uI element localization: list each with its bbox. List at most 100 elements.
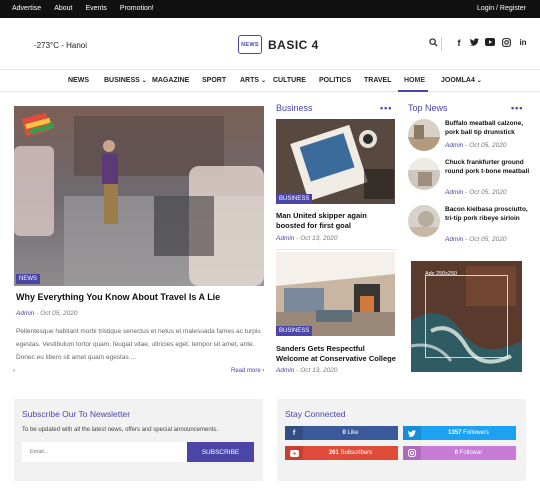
business-article-1-date: - Oct 13, 2020	[296, 235, 338, 242]
business-article-2-image[interactable]: BUSINESS	[276, 252, 395, 336]
search-icon[interactable]	[428, 38, 438, 48]
instagram-count-label: 0 Followar	[421, 450, 516, 456]
instagram-follow-button[interactable]: 0 Followar	[403, 446, 516, 460]
nav-item-arts[interactable]: ARTS ⌄	[240, 77, 266, 84]
top-link-about[interactable]: About	[54, 5, 72, 12]
subscribe-button[interactable]: SUBSCRIBE	[187, 442, 254, 462]
instagram-unit: Followar	[459, 450, 483, 456]
business-article-1-author[interactable]: Admin	[276, 235, 294, 242]
feature-meta: Admin - Oct 05, 2020	[16, 310, 77, 317]
linkedin-icon[interactable]: in	[518, 38, 528, 48]
login-register-link[interactable]: Login / Register	[477, 5, 526, 12]
business-article-1-title[interactable]: Man United skipper again boosted for fir…	[276, 211, 396, 231]
facebook-count-label: 0 Like	[303, 430, 398, 436]
chevron-down-icon: ⌄	[261, 78, 267, 84]
top-news-heading[interactable]: Top News	[408, 103, 448, 113]
top-links: Advertise About Events Promotion!	[12, 5, 154, 12]
youtube-count: 261	[328, 450, 339, 456]
top-news-2-author[interactable]: Admin	[445, 189, 463, 196]
twitter-icon[interactable]	[469, 38, 479, 48]
top-news-2-meta: Admin - Oct 05, 2020	[445, 189, 506, 196]
nav-item-home[interactable]: HOME	[404, 77, 425, 84]
twitter-count-label: 1357 Followers	[421, 430, 516, 436]
top-link-promotion[interactable]: Promotion!	[120, 5, 154, 12]
nav-item-magazine[interactable]: MAGAZINE	[152, 77, 189, 84]
top-bar: Advertise About Events Promotion! Login …	[0, 0, 540, 18]
ad-label: Ads 250x250	[425, 271, 458, 277]
top-news-3-title[interactable]: Bacon kielbasa prosciutto, tri-tip pork …	[445, 205, 530, 223]
top-news-1-thumbnail[interactable]	[408, 119, 440, 151]
twitter-count: 1357	[448, 430, 462, 436]
business-article-1-tag[interactable]: BUSINESS	[276, 194, 313, 204]
feature-title[interactable]: Why Everything You Know About Travel Is …	[16, 292, 262, 302]
top-news-1-author[interactable]: Admin	[445, 142, 463, 149]
stay-connected-heading: Stay Connected	[285, 409, 346, 419]
chevron-down-icon: ⌄	[141, 78, 147, 84]
read-more-link[interactable]: Read more ›	[231, 368, 264, 374]
newsletter-text: To be updated with all the latest news, …	[22, 427, 219, 433]
logo-badge: NEWS	[238, 35, 262, 54]
nav-item-business-label: BUSINESS	[104, 77, 140, 84]
business-article-2-meta: Admin - Oct 13, 2020	[276, 367, 337, 374]
business-article-2-title[interactable]: Sanders Gets Respectful Welcome at Conse…	[276, 344, 396, 364]
top-news-3-meta: Admin - Oct 05, 2020	[445, 236, 506, 243]
feature-image[interactable]: NEWS	[14, 106, 264, 286]
twitter-icon	[403, 426, 421, 440]
business-divider	[276, 249, 395, 250]
top-link-advertise[interactable]: Advertise	[12, 5, 41, 12]
feature-excerpt: Pellentesque habitant morbi tristique se…	[16, 328, 261, 361]
facebook-like-button[interactable]: f 0 Like	[285, 426, 398, 440]
business-article-1-image[interactable]: BUSINESS	[276, 119, 395, 204]
feature-date: - Oct 05, 2020	[36, 310, 78, 317]
twitter-follow-button[interactable]: 1357 Followers	[403, 426, 516, 440]
nav-item-joomla4-label: JOOMLA4	[441, 77, 475, 84]
instagram-icon	[403, 446, 421, 460]
top-news-1-meta: Admin - Oct 05, 2020	[445, 142, 506, 149]
top-news-2-date: - Oct 05, 2020	[465, 189, 507, 196]
youtube-count-label: 261 Subscribers	[303, 450, 398, 456]
feature-author[interactable]: Admin	[16, 310, 34, 317]
facebook-unit: Like	[347, 430, 359, 436]
site-logo[interactable]: NEWS BASIC 4	[238, 35, 319, 54]
business-heading[interactable]: Business	[276, 103, 313, 113]
top-news-3-thumbnail[interactable]	[408, 205, 440, 237]
top-news-2-title[interactable]: Chuck frankfurter ground round pork t-bo…	[445, 158, 530, 176]
youtube-subscribe-button[interactable]: 261 Subscribers	[285, 446, 398, 460]
nav-item-business[interactable]: BUSINESS ⌄	[104, 77, 147, 84]
instagram-icon[interactable]	[501, 38, 511, 48]
business-article-2-date: - Oct 13, 2020	[296, 367, 338, 374]
youtube-unit: Subscribers	[340, 450, 373, 456]
nav-item-politics[interactable]: POLITICS	[319, 77, 351, 84]
top-news-3-author[interactable]: Admin	[445, 236, 463, 243]
chevron-down-icon: ⌄	[476, 78, 482, 84]
nav-item-culture[interactable]: CULTURE	[273, 77, 306, 84]
business-article-1-meta: Admin - Oct 13, 2020	[276, 235, 337, 242]
business-article-2-tag[interactable]: BUSINESS	[276, 326, 313, 336]
top-news-more-dots[interactable]: •••	[511, 103, 523, 113]
nav-item-arts-label: ARTS	[240, 77, 260, 84]
ad-frame	[425, 275, 508, 358]
youtube-icon[interactable]	[485, 38, 495, 48]
nav-item-news[interactable]: NEWS	[68, 77, 89, 84]
top-news-2-thumbnail[interactable]	[408, 158, 440, 190]
prev-arrow[interactable]: ‹	[13, 368, 15, 374]
facebook-count: 0	[342, 430, 346, 436]
ad-banner[interactable]: Ads 250x250	[411, 261, 522, 372]
header-divider	[441, 37, 442, 51]
logo-text: BASIC 4	[268, 37, 319, 52]
newsletter-email-input[interactable]	[22, 442, 187, 462]
nav-item-travel[interactable]: TRAVEL	[364, 77, 391, 84]
nav-item-joomla4[interactable]: JOOMLA4 ⌄	[441, 77, 482, 84]
top-news-3-date: - Oct 05, 2020	[465, 236, 507, 243]
nav-item-sport[interactable]: SPORT	[202, 77, 226, 84]
business-article-2-author[interactable]: Admin	[276, 367, 294, 374]
top-link-events[interactable]: Events	[85, 5, 106, 12]
twitter-unit: Followers	[463, 430, 489, 436]
top-news-1-date: - Oct 05, 2020	[465, 142, 507, 149]
top-news-1-title[interactable]: Buffalo meatball calzone, pork ball tip …	[445, 119, 530, 137]
facebook-icon[interactable]: f	[454, 38, 464, 48]
youtube-icon	[285, 446, 303, 460]
business-more-dots[interactable]: •••	[380, 103, 392, 113]
instagram-count: 0	[454, 450, 458, 456]
feature-tag[interactable]: NEWS	[16, 274, 40, 284]
